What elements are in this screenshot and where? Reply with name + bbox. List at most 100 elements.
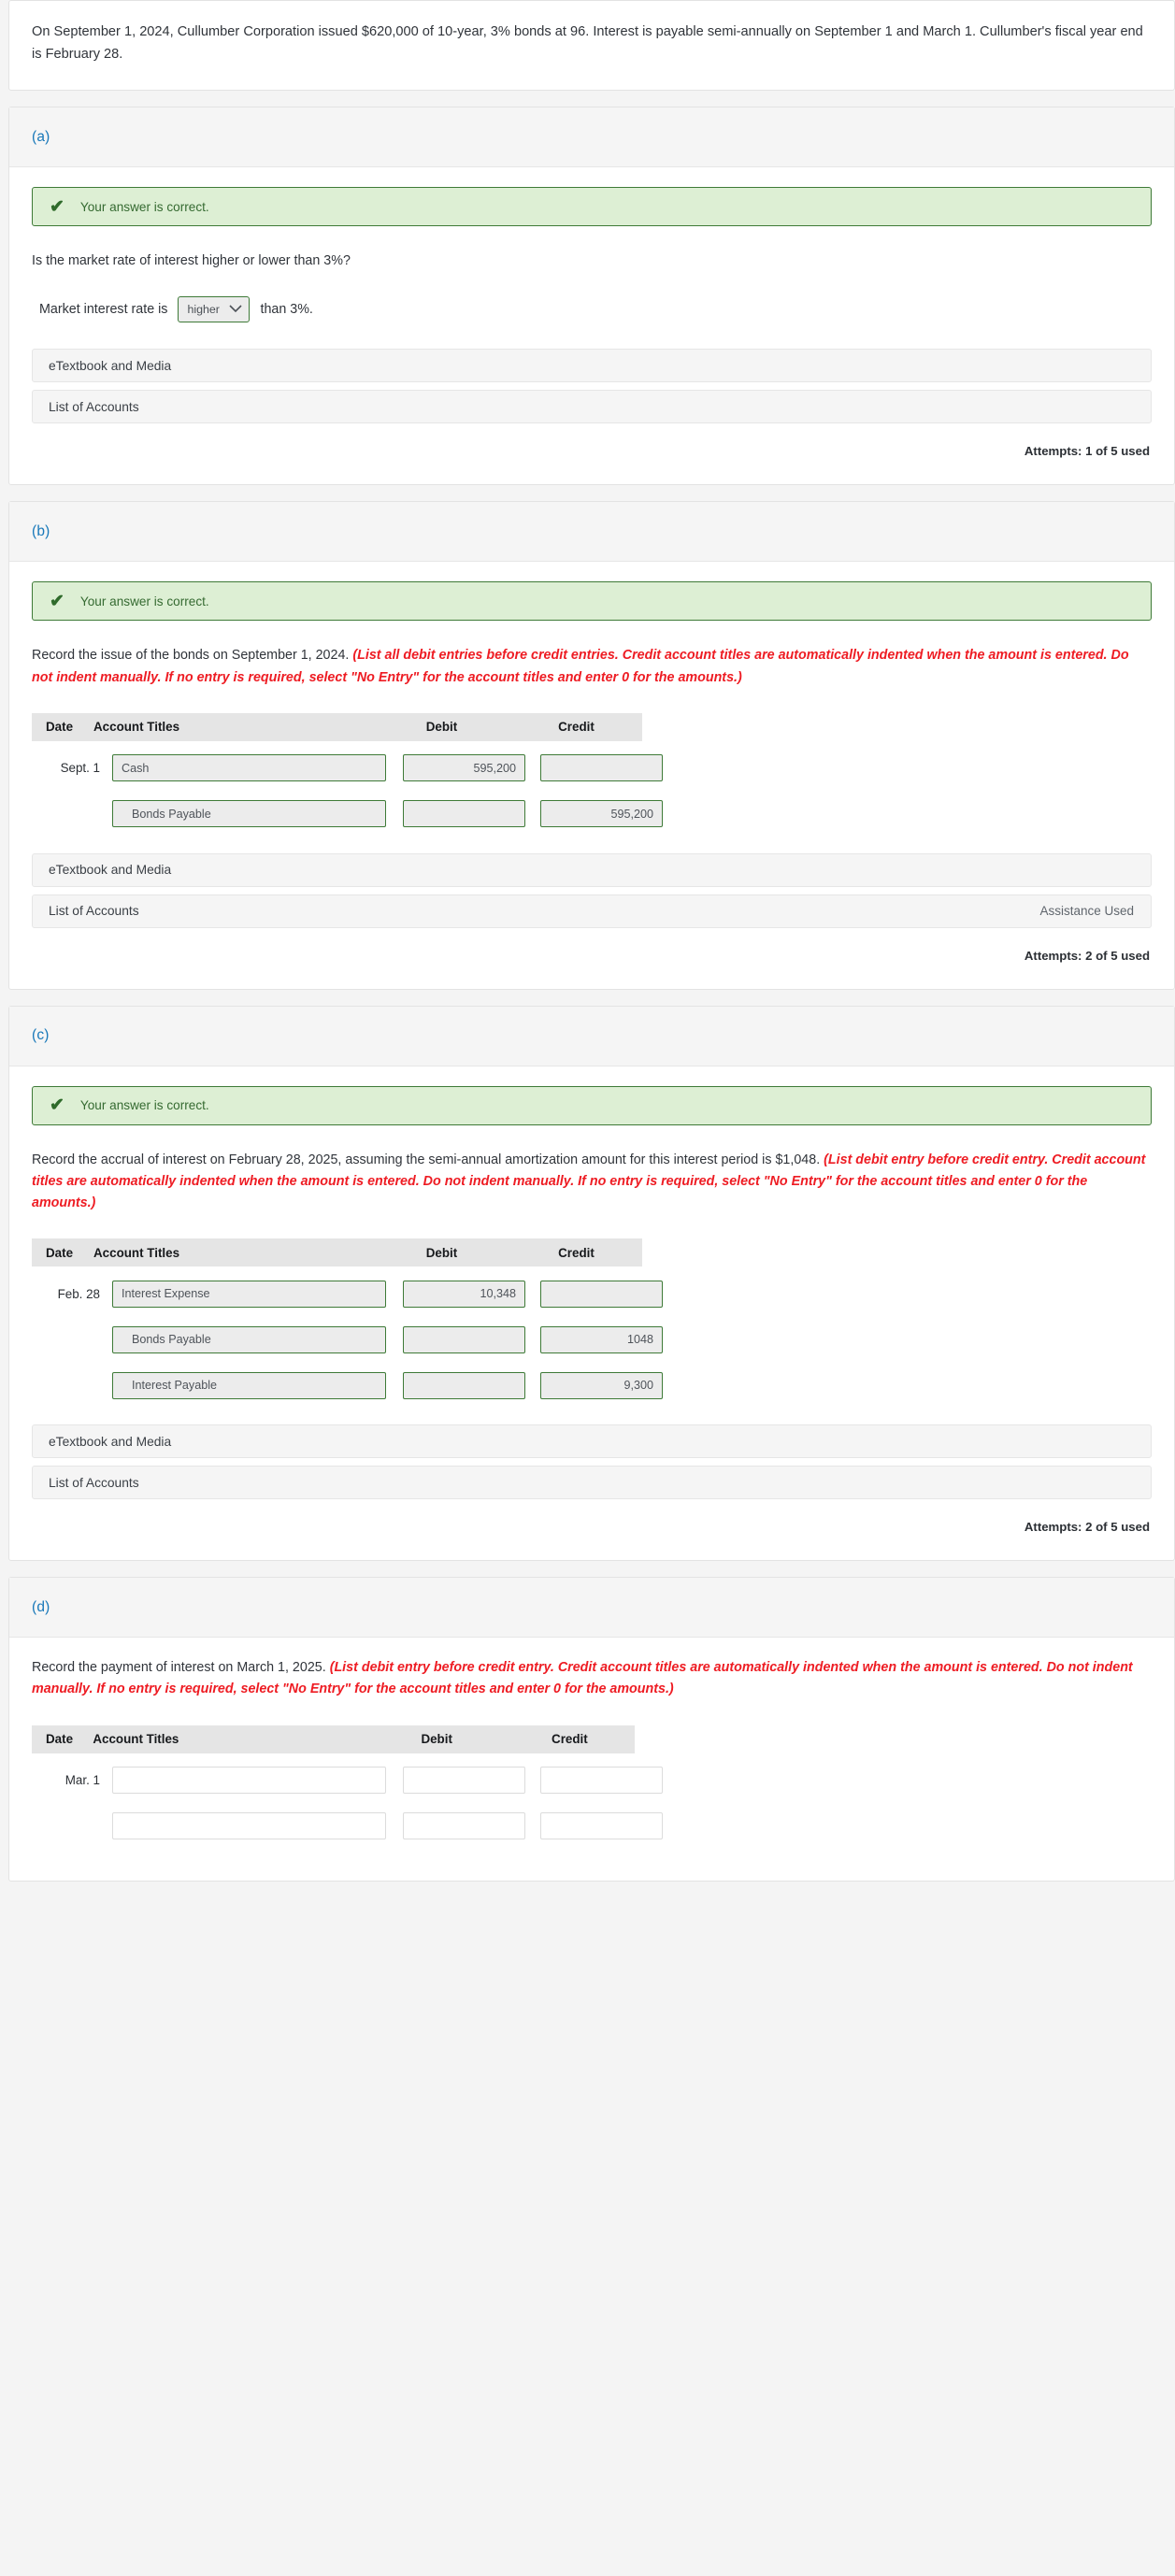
row-date: Feb. 28 <box>57 1286 100 1301</box>
credit-amount-input[interactable] <box>540 1767 663 1795</box>
part-b-letter: (b) <box>32 522 50 539</box>
header-debit: Debit <box>425 1245 458 1260</box>
debit-amount-input[interactable] <box>403 1767 525 1795</box>
part-b-etextbook-button[interactable]: eTextbook and Media <box>32 852 1152 887</box>
debit-amount-input[interactable] <box>403 1812 525 1840</box>
part-a-question: Is the market rate of interest higher or… <box>32 253 351 269</box>
check-icon: ✔ <box>50 196 64 217</box>
part-a-list-of-accounts-button[interactable]: List of Accounts <box>32 390 1152 424</box>
part-a-success-text: Your answer is correct. <box>79 199 209 214</box>
debit-amount-input[interactable] <box>403 1371 525 1399</box>
credit-amount-input[interactable] <box>540 1371 663 1399</box>
part-b-etextbook-label: eTextbook and Media <box>49 863 172 878</box>
part-a-letter: (a) <box>32 128 50 145</box>
market-rate-select[interactable]: higher <box>178 296 251 323</box>
part-c-etextbook-label: eTextbook and Media <box>49 1434 172 1449</box>
account-title-input[interactable] <box>112 1812 386 1840</box>
header-debit: Debit <box>421 1732 452 1747</box>
table-row <box>32 795 1152 833</box>
part-b-success-banner: ✔ Your answer is correct. <box>32 581 1152 622</box>
part-b-journal-table: Date Account Titles Debit Credit Sept. 1 <box>32 712 1152 833</box>
part-b-prompt: Record the issue of the bonds on Septemb… <box>32 645 1152 688</box>
table-row <box>32 1367 1152 1404</box>
part-b: (b) ✔ Your answer is correct. Record the… <box>8 501 1175 990</box>
account-title-input[interactable] <box>112 1325 386 1353</box>
part-b-assistance-used: Assistance Used <box>1039 904 1134 919</box>
part-c-list-of-accounts-label: List of Accounts <box>49 1475 139 1490</box>
part-b-attempts: Attempts: 2 of 5 used <box>1024 948 1150 963</box>
debit-amount-input[interactable] <box>403 800 525 828</box>
part-b-list-of-accounts-label: List of Accounts <box>49 904 139 919</box>
part-a-list-of-accounts-label: List of Accounts <box>49 399 139 414</box>
part-b-table-header: Date Account Titles Debit Credit <box>32 712 642 741</box>
part-d-letter: (d) <box>32 1598 50 1615</box>
table-row <box>32 1808 1152 1845</box>
table-row <box>32 1321 1152 1358</box>
part-c-etextbook-button[interactable]: eTextbook and Media <box>32 1424 1152 1459</box>
credit-amount-input[interactable] <box>540 1325 663 1353</box>
part-a: (a) ✔ Your answer is correct. Is the mar… <box>8 107 1175 486</box>
part-c-prompt-plain: Record the accrual of interest on Februa… <box>32 1152 824 1167</box>
check-icon: ✔ <box>50 591 64 611</box>
header-credit: Credit <box>552 1732 588 1747</box>
account-title-input[interactable] <box>112 1371 386 1399</box>
part-a-etextbook-button[interactable]: eTextbook and Media <box>32 349 1152 383</box>
check-icon: ✔ <box>50 1095 64 1116</box>
credit-amount-input[interactable] <box>540 1280 663 1308</box>
problem-statement-card: On September 1, 2024, Cullumber Corporat… <box>8 0 1175 92</box>
part-c-letter: (c) <box>32 1027 50 1044</box>
part-d-header: (d) <box>9 1578 1174 1639</box>
part-c-success-banner: ✔ Your answer is correct. <box>32 1085 1152 1125</box>
credit-amount-input[interactable] <box>540 1812 663 1840</box>
header-date: Date <box>46 1245 74 1260</box>
part-c-table-header: Date Account Titles Debit Credit <box>32 1238 642 1267</box>
header-credit: Credit <box>558 720 595 735</box>
part-c-success-text: Your answer is correct. <box>79 1098 209 1113</box>
debit-amount-input[interactable] <box>403 1280 525 1308</box>
account-title-input[interactable] <box>112 800 386 828</box>
part-a-success-banner: ✔ Your answer is correct. <box>32 187 1152 227</box>
table-row: Sept. 1 <box>32 750 1152 787</box>
problem-statement-text: On September 1, 2024, Cullumber Corporat… <box>32 24 1143 62</box>
account-title-input[interactable] <box>112 1280 386 1308</box>
table-row: Feb. 28 <box>32 1275 1152 1312</box>
part-b-prompt-plain: Record the issue of the bonds on Septemb… <box>32 648 353 664</box>
header-date: Date <box>46 720 74 735</box>
part-c-list-of-accounts-button[interactable]: List of Accounts <box>32 1466 1152 1500</box>
header-account-titles: Account Titles <box>93 1732 179 1747</box>
part-a-attempts: Attempts: 1 of 5 used <box>1024 444 1150 459</box>
market-rate-prefix-label: Market interest rate is <box>39 302 168 318</box>
part-c-journal-table: Date Account Titles Debit Credit Feb. 28 <box>32 1238 1152 1404</box>
credit-amount-input[interactable] <box>540 754 663 782</box>
part-a-etextbook-label: eTextbook and Media <box>49 358 172 373</box>
account-title-input[interactable] <box>112 754 386 782</box>
debit-amount-input[interactable] <box>403 754 525 782</box>
header-debit: Debit <box>425 720 458 735</box>
part-d-table-header: Date Account Titles Debit Credit <box>32 1724 635 1753</box>
row-date: Sept. 1 <box>60 761 100 776</box>
header-date: Date <box>46 1732 74 1747</box>
part-b-list-of-accounts-button[interactable]: List of Accounts Assistance Used <box>32 894 1152 928</box>
part-d-prompt-plain: Record the payment of interest on March … <box>32 1660 330 1676</box>
market-rate-suffix-label: than 3%. <box>260 302 313 318</box>
assignment-page: On September 1, 2024, Cullumber Corporat… <box>0 0 1175 2576</box>
part-d-prompt: Record the payment of interest on March … <box>32 1657 1152 1700</box>
part-c-header: (c) <box>9 1006 1174 1066</box>
part-a-header: (a) <box>9 107 1174 168</box>
row-date: Mar. 1 <box>64 1773 100 1788</box>
part-c-prompt: Record the accrual of interest on Februa… <box>32 1150 1152 1214</box>
part-c-attempts: Attempts: 2 of 5 used <box>1024 1520 1150 1535</box>
debit-amount-input[interactable] <box>403 1325 525 1353</box>
part-b-success-text: Your answer is correct. <box>79 594 209 608</box>
part-d-journal-table: Date Account Titles Debit Credit Mar. 1 <box>32 1724 1152 1845</box>
credit-amount-input[interactable] <box>540 800 663 828</box>
header-credit: Credit <box>558 1245 595 1260</box>
table-row: Mar. 1 <box>32 1762 1152 1799</box>
left-rail <box>0 0 8 2576</box>
account-title-input[interactable] <box>112 1767 386 1795</box>
part-a-answer-row: Market interest rate is higher than 3%. <box>39 296 1152 323</box>
part-b-header: (b) <box>9 502 1174 563</box>
header-account-titles: Account Titles <box>93 1245 180 1260</box>
part-c: (c) ✔ Your answer is correct. Record the… <box>8 1005 1175 1562</box>
header-account-titles: Account Titles <box>93 720 180 735</box>
